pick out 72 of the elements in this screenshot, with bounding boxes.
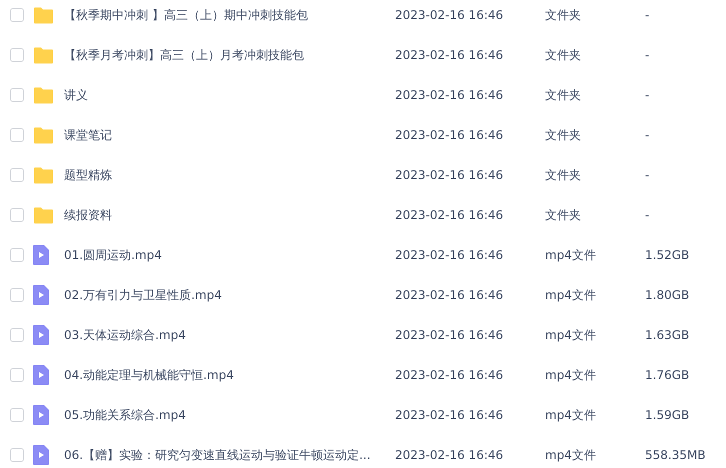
modified-date: 2023-02-16 16:46 — [395, 8, 504, 22]
file-name[interactable]: 06.【赠】实验：研究匀变速直线运动与验证牛顿运动定... — [64, 446, 395, 464]
folder-icon — [33, 46, 54, 64]
file-size: 558.35MB — [645, 448, 707, 462]
checkbox[interactable] — [10, 288, 24, 302]
file-name[interactable]: 04.动能定理与机械能守恒.mp4 — [64, 366, 395, 384]
video-file-icon — [33, 445, 49, 465]
file-size: 1.59GB — [645, 408, 690, 422]
file-type: 文件夹 — [545, 126, 582, 144]
file-size: - — [645, 88, 650, 102]
folder-icon — [33, 6, 54, 24]
file-type: 文件夹 — [545, 46, 582, 64]
checkbox[interactable] — [10, 88, 24, 102]
file-size: 1.63GB — [645, 328, 690, 342]
file-size: - — [645, 168, 650, 182]
modified-date: 2023-02-16 16:46 — [395, 288, 504, 302]
file-size: 1.80GB — [645, 288, 690, 302]
modified-date: 2023-02-16 16:46 — [395, 408, 504, 422]
video-file-icon — [33, 325, 49, 345]
checkbox[interactable] — [10, 448, 24, 462]
folder-icon — [33, 126, 54, 144]
file-name[interactable]: 【秋季月考冲刺】高三（上）月考冲刺技能包 — [64, 46, 395, 64]
file-name[interactable]: 续报资料 — [64, 206, 395, 224]
file-type: 文件夹 — [545, 86, 582, 104]
checkbox[interactable] — [10, 208, 24, 222]
modified-date: 2023-02-16 16:46 — [395, 168, 504, 182]
modified-date: 2023-02-16 16:46 — [395, 88, 504, 102]
checkbox[interactable] — [10, 48, 24, 62]
file-type: mp4文件 — [545, 366, 597, 384]
modified-date: 2023-02-16 16:46 — [395, 328, 504, 342]
file-size: - — [645, 208, 650, 222]
file-name[interactable]: 【秋季期中冲刺 】高三（上）期中冲刺技能包 — [64, 6, 395, 24]
file-name[interactable]: 课堂笔记 — [64, 126, 395, 144]
file-size: - — [645, 128, 650, 142]
file-name[interactable]: 01.圆周运动.mp4 — [64, 246, 395, 264]
modified-date: 2023-02-16 16:46 — [395, 248, 504, 262]
folder-icon — [33, 166, 54, 184]
checkbox[interactable] — [10, 408, 24, 422]
modified-date: 2023-02-16 16:46 — [395, 448, 504, 462]
file-type: mp4文件 — [545, 246, 597, 264]
folder-icon — [33, 206, 54, 224]
file-type: 文件夹 — [545, 6, 582, 24]
file-type: mp4文件 — [545, 326, 597, 344]
folder-icon — [33, 86, 54, 104]
file-size: 1.52GB — [645, 248, 690, 262]
file-type: mp4文件 — [545, 406, 597, 424]
file-name[interactable]: 05.功能关系综合.mp4 — [64, 406, 395, 424]
modified-date: 2023-02-16 16:46 — [395, 48, 504, 62]
checkbox[interactable] — [10, 8, 24, 22]
file-name[interactable]: 03.天体运动综合.mp4 — [64, 326, 395, 344]
checkbox[interactable] — [10, 248, 24, 262]
file-name[interactable]: 讲义 — [64, 86, 395, 104]
checkbox[interactable] — [10, 328, 24, 342]
checkbox[interactable] — [10, 168, 24, 182]
modified-date: 2023-02-16 16:46 — [395, 208, 504, 222]
modified-date: 2023-02-16 16:46 — [395, 368, 504, 382]
video-file-icon — [33, 245, 49, 265]
video-file-icon — [33, 405, 49, 425]
file-size: - — [645, 8, 650, 22]
file-size: 1.76GB — [645, 368, 690, 382]
video-file-icon — [33, 365, 49, 385]
checkbox[interactable] — [10, 128, 24, 142]
file-name[interactable]: 题型精炼 — [64, 166, 395, 184]
modified-date: 2023-02-16 16:46 — [395, 128, 504, 142]
file-type: 文件夹 — [545, 166, 582, 184]
file-name[interactable]: 02.万有引力与卫星性质.mp4 — [64, 286, 395, 304]
file-type: 文件夹 — [545, 206, 582, 224]
file-type: mp4文件 — [545, 286, 597, 304]
video-file-icon — [33, 285, 49, 305]
checkbox[interactable] — [10, 368, 24, 382]
file-size: - — [645, 48, 650, 62]
file-type: mp4文件 — [545, 446, 597, 464]
